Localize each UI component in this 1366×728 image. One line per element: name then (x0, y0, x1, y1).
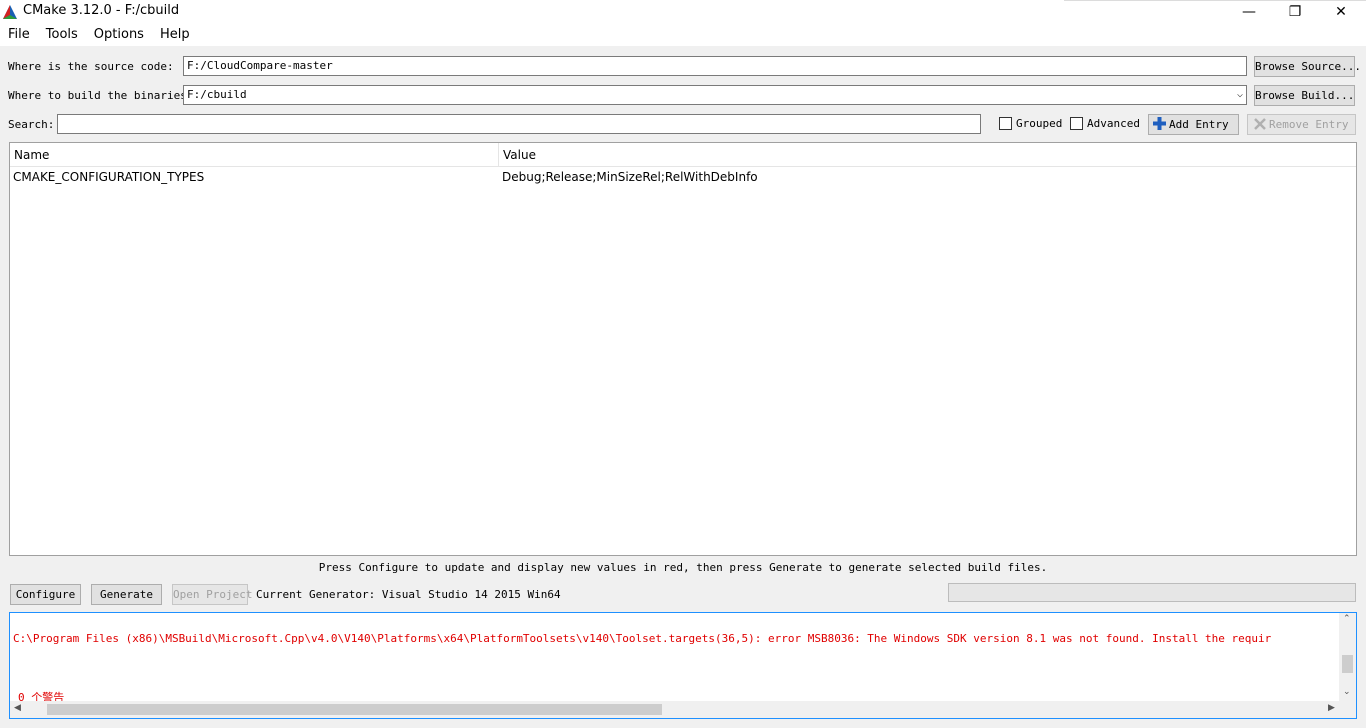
generate-button[interactable]: Generate (91, 584, 162, 605)
hint-text: Press Configure to update and display ne… (318, 561, 1048, 574)
main-panel: Where is the source code: F:/CloudCompar… (0, 46, 1366, 728)
advanced-checkbox-box[interactable] (1070, 117, 1083, 130)
scroll-right-icon[interactable]: ▶ (1328, 703, 1335, 713)
menu-bar: File Tools Options Help (0, 24, 1366, 46)
column-header-name[interactable]: Name (10, 143, 49, 167)
search-label: Search: (8, 118, 55, 131)
build-path-combobox[interactable]: F:/cbuild ⌵ (183, 85, 1247, 105)
grouped-label: Grouped (1016, 117, 1063, 130)
grouped-checkbox-box[interactable] (999, 117, 1012, 130)
output-error-line: C:\Program Files (x86)\MSBuild\Microsoft… (13, 632, 1272, 645)
current-generator-text: Current Generator: Visual Studio 14 2015… (256, 588, 561, 601)
remove-icon (1254, 118, 1266, 130)
window-title: CMake 3.12.0 - F:/cbuild (23, 3, 180, 18)
remove-entry-button[interactable]: Remove Entry (1247, 114, 1356, 135)
column-header-value[interactable]: Value (499, 143, 536, 167)
cmake-triangle-icon (3, 5, 17, 19)
advanced-checkbox[interactable]: Advanced (1070, 117, 1140, 130)
minimize-icon[interactable]: — (1226, 0, 1272, 24)
open-project-button[interactable]: Open Project (172, 584, 252, 605)
cache-table[interactable]: Name Value CMAKE_CONFIGURATION_TYPES Deb… (9, 142, 1357, 556)
table-row-name[interactable]: CMAKE_CONFIGURATION_TYPES (13, 169, 204, 185)
scroll-up-icon[interactable]: ⌃ (1343, 614, 1351, 624)
horizontal-scroll-thumb[interactable] (47, 704, 662, 715)
menu-options[interactable]: Options (86, 24, 152, 46)
progress-bar (948, 583, 1356, 602)
plus-icon (1153, 117, 1166, 130)
grouped-checkbox[interactable]: Grouped (999, 117, 1062, 130)
remove-entry-label: Remove Entry (1269, 118, 1349, 131)
vertical-scrollbar[interactable]: ⌃ ⌄ (1339, 613, 1356, 702)
restore-icon[interactable]: ❐ (1272, 0, 1318, 24)
table-header: Name Value (10, 143, 1356, 167)
browse-build-button[interactable]: Browse Build... (1254, 85, 1355, 106)
search-input[interactable] (57, 114, 981, 134)
add-entry-button[interactable]: Add Entry (1148, 114, 1239, 135)
add-entry-label: Add Entry (1169, 118, 1229, 131)
horizontal-scrollbar[interactable]: ◀ ▶ (10, 701, 1356, 718)
vertical-scroll-thumb[interactable] (1342, 655, 1353, 673)
output-log[interactable]: C:\Program Files (x86)\MSBuild\Microsoft… (9, 612, 1357, 719)
menu-tools[interactable]: Tools (38, 24, 86, 46)
chevron-down-icon[interactable]: ⌵ (1237, 88, 1243, 102)
menu-help[interactable]: Help (152, 24, 198, 46)
table-row-value[interactable]: Debug;Release;MinSizeRel;RelWithDebInfo (502, 169, 758, 185)
configure-button[interactable]: Configure (10, 584, 81, 605)
build-path-value: F:/cbuild (187, 88, 247, 101)
source-path-input[interactable]: F:/CloudCompare-master (183, 56, 1247, 76)
close-icon[interactable]: ✕ (1318, 0, 1364, 24)
advanced-label: Advanced (1087, 117, 1140, 130)
scroll-left-icon[interactable]: ◀ (14, 703, 21, 713)
browse-source-button[interactable]: Browse Source... (1254, 56, 1361, 77)
title-bar: CMake 3.12.0 - F:/cbuild — ❐ ✕ (0, 0, 1366, 24)
build-label: Where to build the binaries: (8, 89, 194, 102)
scroll-down-icon[interactable]: ⌄ (1343, 687, 1351, 697)
menu-file[interactable]: File (0, 24, 38, 46)
source-label: Where is the source code: (8, 60, 174, 73)
